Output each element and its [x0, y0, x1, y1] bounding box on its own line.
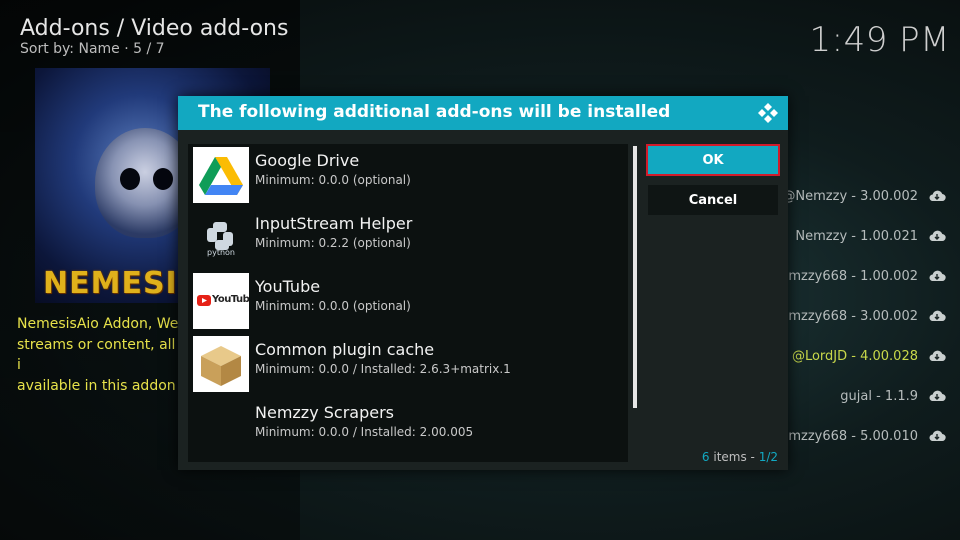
list-item-label: Nemzzy - 1.00.021: [795, 228, 918, 244]
item-version: Minimum: 0.0.0 / Installed: 2.00.005: [255, 425, 474, 439]
cloud-download-icon: [929, 350, 946, 362]
items-word: items -: [713, 450, 759, 464]
list-item-inputstream-helper[interactable]: python InputStream Helper Minimum: 0.2.2…: [188, 207, 628, 269]
cancel-button[interactable]: Cancel: [648, 185, 778, 215]
item-name: InputStream Helper: [255, 214, 413, 233]
list-item[interactable]: gujal - 1.1.9: [840, 376, 946, 416]
item-version: Minimum: 0.0.0 / Installed: 2.6.3+matrix…: [255, 362, 511, 376]
item-name: YouTube: [255, 277, 321, 296]
cloud-download-icon: [929, 190, 946, 202]
item-version: Minimum: 0.0.0 (optional): [255, 299, 411, 313]
python-icon: python: [193, 210, 249, 266]
list-item-label: c_, @LordJD - 4.00.028: [770, 348, 918, 364]
item-name: Google Drive: [255, 151, 360, 170]
sort-info: Sort by: Name · 5 / 7: [20, 41, 165, 57]
list-item[interactable]: c_, @LordJD - 4.00.028: [770, 336, 946, 376]
page-title: Add-ons / Video add-ons: [20, 16, 289, 41]
python-icon-text: python: [207, 248, 235, 257]
item-version: Minimum: 0.0.0 (optional): [255, 173, 411, 187]
dialog-title: The following additional add-ons will be…: [198, 102, 671, 122]
dependency-list: Google Drive Minimum: 0.0.0 (optional) p…: [188, 144, 628, 462]
kodi-logo-icon: [758, 103, 778, 123]
cloud-download-icon: [929, 390, 946, 402]
item-version: Minimum: 0.2.2 (optional): [255, 236, 411, 250]
list-item-common-plugin-cache[interactable]: Common plugin cache Minimum: 0.0.0 / Ins…: [188, 333, 628, 395]
cloud-download-icon: [929, 430, 946, 442]
page-indicator: 1/2: [758, 450, 778, 464]
addon-description: NemesisAio Addon, We streams or content,…: [17, 316, 179, 394]
cloud-download-icon: [929, 270, 946, 282]
list-item-label: Nemzzy668 - 1.00.002: [770, 268, 918, 284]
ok-button[interactable]: OK: [646, 144, 780, 176]
list-item[interactable]: @Nemzzy - 3.00.002: [782, 176, 946, 216]
cloud-download-icon: [929, 310, 946, 322]
youtube-icon: YouTube: [193, 273, 249, 329]
item-name: Common plugin cache: [255, 340, 435, 359]
list-item[interactable]: Nemzzy668 - 1.00.002: [771, 256, 946, 296]
list-item[interactable]: Nemzzy668 - 5.00.010: [771, 416, 946, 456]
dialog-titlebar: The following additional add-ons will be…: [178, 96, 788, 130]
fanart-logo-text: NEMESIS: [43, 266, 201, 301]
list-item-youtube[interactable]: YouTube YouTube Minimum: 0.0.0 (optional…: [188, 270, 628, 332]
install-dependencies-dialog: The following additional add-ons will be…: [178, 96, 788, 470]
list-item-label: Nemzzy668 - 3.00.002: [770, 308, 918, 324]
list-item-label: Nemzzy668 - 5.00.010: [770, 428, 918, 444]
items-total: 6: [701, 450, 710, 464]
list-item[interactable]: Nemzzy668 - 3.00.002: [771, 296, 946, 336]
list-item-nemzzy-scrapers[interactable]: Nemzzy Scrapers Minimum: 0.0.0 / Install…: [188, 396, 628, 458]
box-icon: [193, 336, 249, 392]
list-item[interactable]: Nemzzy - 1.00.021: [795, 216, 946, 256]
list-item-google-drive[interactable]: Google Drive Minimum: 0.0.0 (optional): [188, 144, 628, 206]
cloud-download-icon: [929, 230, 946, 242]
list-item-label: gujal - 1.1.9: [840, 388, 918, 404]
youtube-icon-text: YouTube: [212, 294, 249, 305]
google-drive-icon: [193, 147, 249, 203]
list-item-label: @Nemzzy - 3.00.002: [782, 188, 918, 204]
item-name: Nemzzy Scrapers: [255, 403, 394, 422]
list-scrollbar[interactable]: [633, 146, 637, 408]
clock: 1:49 PM: [809, 20, 950, 60]
items-count: 6 items - 1/2: [702, 450, 778, 464]
